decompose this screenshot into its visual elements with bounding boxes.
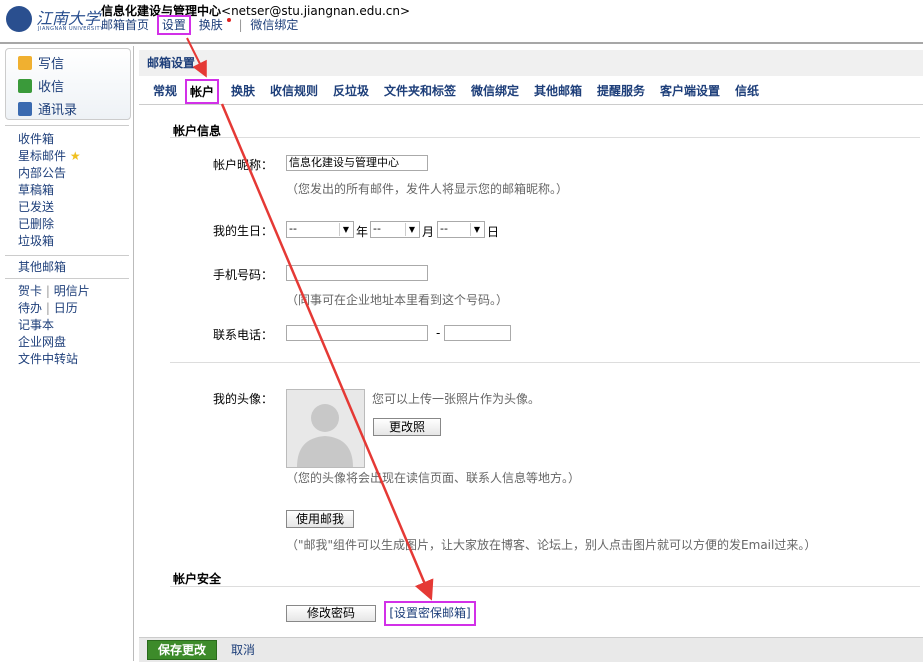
divider [5, 125, 129, 126]
folder-inbox[interactable]: 收件箱 [18, 131, 81, 148]
link-wechat-bind[interactable]: 微信绑定 [250, 18, 298, 32]
tool-calendar[interactable]: 日历 [54, 301, 78, 315]
star-icon: ★ [69, 149, 81, 163]
university-logo-icon [6, 6, 32, 32]
birthday-label: 我的生日： [212, 224, 273, 238]
birthday-year-select[interactable]: -- ▼ [286, 221, 354, 238]
page-title: 邮箱设置 [139, 50, 923, 76]
change-password-button[interactable]: 修改密码 [286, 605, 376, 622]
inbox-icon [18, 79, 32, 93]
divider [170, 362, 920, 363]
new-dot-icon [226, 18, 231, 22]
folder-drafts[interactable]: 草稿箱 [18, 182, 81, 199]
folder-deleted[interactable]: 已删除 [18, 216, 81, 233]
avatar [286, 389, 365, 468]
pencil-icon [18, 56, 32, 70]
day-unit: 日 [487, 225, 500, 239]
link-skin[interactable]: 换肤 [199, 18, 223, 32]
tool-file-transfer[interactable]: 文件中转站 [18, 351, 90, 368]
link-mail-home[interactable]: 邮箱首页 [101, 18, 149, 32]
tab-folders-labels[interactable]: 文件夹和标签 [384, 82, 456, 99]
birthday-day-value: -- [440, 222, 448, 235]
chevron-down-icon: ▼ [405, 223, 418, 236]
contacts-icon [18, 102, 32, 116]
folder-junk[interactable]: 垃圾箱 [18, 233, 81, 250]
tool-notes[interactable]: 记事本 [18, 317, 90, 334]
compose-label: 写信 [38, 57, 65, 72]
cancel-link[interactable]: 取消 [231, 641, 255, 658]
tool-netdisk[interactable]: 企业网盘 [18, 334, 90, 351]
avatar-hint: 您可以上传一张照片作为头像。 [372, 392, 541, 406]
folder-starred[interactable]: 星标邮件 ★ [18, 148, 81, 165]
inbox-label: 收信 [38, 80, 65, 95]
chevron-down-icon: ▼ [339, 223, 352, 236]
divider [5, 278, 129, 279]
birthday-day-select[interactable]: -- ▼ [437, 221, 485, 238]
tool-cards[interactable]: 贺卡 [18, 284, 42, 298]
birthday-month-select[interactable]: -- ▼ [370, 221, 420, 238]
folder-list: 收件箱 星标邮件 ★ 内部公告 草稿箱 已发送 已删除 垃圾箱 [18, 131, 81, 250]
folder-sent[interactable]: 已发送 [18, 199, 81, 216]
nickname-input[interactable]: 信息化建设与管理中心 [286, 155, 428, 171]
tab-client-settings[interactable]: 客户端设置 [660, 82, 720, 99]
tab-wechat[interactable]: 微信绑定 [471, 82, 519, 99]
month-unit: 月 [422, 225, 435, 239]
settings-tabs: 常规 帐户 换肤 收信规则 反垃圾 文件夹和标签 微信绑定 其他邮箱 提醒服务 … [139, 76, 923, 105]
divider [170, 586, 920, 587]
folder-starred-label: 星标邮件 [18, 149, 67, 163]
tab-stationery[interactable]: 信纸 [735, 82, 759, 99]
tab-mail-rules[interactable]: 收信规则 [270, 82, 318, 99]
tab-reminders[interactable]: 提醒服务 [597, 82, 645, 99]
other-mailbox[interactable]: 其他邮箱 [18, 258, 66, 275]
save-button[interactable]: 保存更改 [147, 640, 217, 660]
tool-postcards[interactable]: 明信片 [54, 284, 90, 298]
phone-dash: - [436, 326, 441, 340]
tools-list: 贺卡 | 明信片 待办 | 日历 记事本 企业网盘 文件中转站 [18, 284, 90, 368]
inbox-button[interactable]: 收信 [18, 76, 64, 95]
divider [170, 137, 920, 138]
divider [5, 255, 129, 256]
use-me-hint: （"邮我"组件可以生成图片，让大家放在博客、论坛上，别人点击图片就可以方便的发E… [286, 538, 817, 552]
phone-label: 联系电话： [212, 328, 273, 342]
separator: | [238, 18, 243, 32]
use-me-button[interactable]: 使用邮我 [286, 510, 354, 528]
tab-account[interactable]: 帐户 [185, 79, 220, 104]
chevron-down-icon: ▼ [470, 223, 483, 236]
account-security-title: 帐户安全 [173, 572, 222, 586]
nickname-label: 帐户昵称： [212, 158, 273, 172]
link-settings[interactable]: 设置 [156, 15, 191, 35]
nickname-hint: （您发出的所有邮件，发件人将显示您的邮箱昵称。） [286, 182, 569, 196]
phone-number-input[interactable] [444, 325, 511, 341]
avatar-label: 我的头像： [212, 392, 273, 406]
change-photo-button[interactable]: 更改照 [373, 418, 441, 436]
birthday-year-value: -- [289, 222, 297, 235]
footer-bar [139, 637, 923, 662]
avatar-placeholder-icon [297, 404, 353, 467]
mobile-hint: （同事可在企业地址本里看到这个号码。） [286, 293, 509, 307]
contacts-button[interactable]: 通讯录 [18, 99, 77, 118]
tool-todo[interactable]: 待办 [18, 301, 42, 315]
tab-skin[interactable]: 换肤 [231, 82, 255, 99]
avatar-hint-2: （您的头像将会出现在读信页面、联系人信息等地方。） [286, 471, 581, 485]
year-unit: 年 [356, 225, 369, 239]
phone-area-input[interactable] [286, 325, 428, 341]
logo-subtext: JIANGNAN UNIVERSITY [38, 26, 104, 32]
mobile-input[interactable] [286, 265, 428, 281]
set-security-email-link[interactable]: [设置密保邮箱] [384, 601, 476, 626]
mobile-label: 手机号码： [212, 268, 273, 282]
folder-announcements[interactable]: 内部公告 [18, 165, 81, 182]
birthday-month-value: -- [373, 222, 381, 235]
tab-anti-spam[interactable]: 反垃圾 [333, 82, 369, 99]
sidebar-actions: 写信 收信 通讯录 [5, 48, 131, 120]
tab-general[interactable]: 常规 [153, 82, 177, 99]
top-links: 邮箱首页 设置 换肤 | 微信绑定 [101, 15, 302, 35]
compose-button[interactable]: 写信 [18, 53, 64, 72]
contacts-label: 通讯录 [38, 103, 78, 118]
tab-other-mailbox[interactable]: 其他邮箱 [534, 82, 582, 99]
